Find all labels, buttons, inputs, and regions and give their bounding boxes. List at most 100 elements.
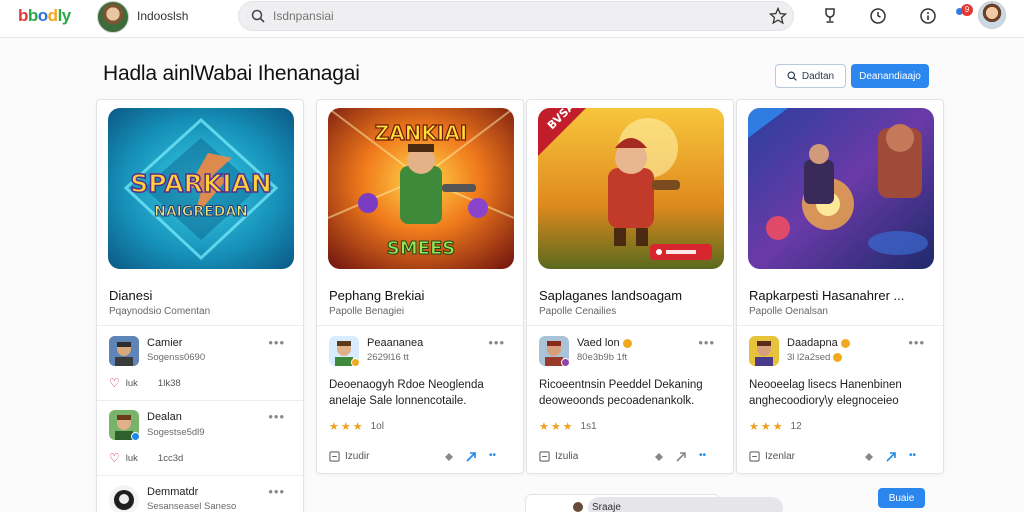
search-button[interactable]: Dadtan — [775, 64, 846, 88]
like-icon[interactable] — [653, 451, 665, 463]
app-logo[interactable]: bbodly — [18, 6, 71, 26]
share-icon[interactable] — [885, 451, 897, 463]
game-artwork[interactable] — [748, 108, 934, 269]
reply-label: Izulia — [555, 451, 579, 462]
bottom-action-button[interactable]: Buaie — [878, 488, 925, 508]
divider — [97, 325, 303, 326]
post-author[interactable]: Dealan — [147, 411, 182, 423]
game-card[interactable]: Rapkarpesti Hasanahrer ... Papolle Oenal… — [736, 99, 944, 474]
divider — [737, 325, 943, 326]
post-author[interactable]: Camier — [147, 337, 182, 349]
gold-badge-icon — [840, 338, 850, 348]
reply-icon — [539, 451, 550, 462]
reaction-label: luk — [125, 452, 138, 464]
post-body: Ricoeentnsin Peeddel Dekaning deoweoonds… — [539, 379, 703, 407]
game-artwork-image: ZANKIAI SMEES — [328, 108, 514, 269]
heart-icon[interactable]: ♡ — [109, 376, 120, 390]
post-author[interactable]: Demmatdr — [147, 486, 198, 498]
game-subtitle: Papolle Benagiei — [329, 306, 405, 317]
post-author[interactable]: Peaananea — [367, 337, 423, 349]
star-icon: ★ — [772, 421, 783, 433]
more-icon[interactable]: •• — [489, 451, 501, 463]
game-artwork-image: BVSA — [538, 108, 724, 269]
reply-label: Izudir — [345, 451, 370, 462]
share-icon[interactable] — [465, 451, 477, 463]
game-title[interactable]: Dianesi — [109, 288, 152, 303]
post-body: Neooeelag lisecs Hanenbinen anghecoodior… — [749, 379, 902, 407]
svg-text:SMEES: SMEES — [387, 238, 455, 259]
profile-avatar[interactable] — [978, 1, 1006, 29]
post-avatar[interactable] — [109, 485, 139, 512]
more-options-icon[interactable]: ••• — [268, 335, 285, 350]
game-artwork[interactable]: SPARKIAN NAIGREDAN — [108, 108, 294, 269]
info-icon[interactable] — [918, 6, 938, 26]
clock-icon[interactable] — [868, 6, 888, 26]
like-icon[interactable] — [443, 451, 455, 463]
divider — [317, 325, 523, 326]
search-input[interactable] — [273, 8, 753, 24]
heart-icon[interactable]: ♡ — [109, 451, 120, 465]
post-meta: Sogestse5dl9 — [147, 427, 205, 438]
post-author[interactable]: Vaed lon — [577, 337, 632, 349]
share-icon[interactable] — [675, 451, 687, 463]
more-icon[interactable]: •• — [909, 451, 921, 463]
game-artwork[interactable]: BVSA — [538, 108, 724, 269]
reply-button[interactable]: Izudir — [329, 451, 369, 462]
game-card[interactable]: ZANKIAI SMEES Pephang Brekiai Papolle Be… — [316, 99, 524, 474]
game-title[interactable]: Pephang Brekiai — [329, 288, 424, 303]
divider — [97, 400, 303, 401]
more-options-icon[interactable]: ••• — [908, 335, 925, 350]
more-icon[interactable]: •• — [699, 451, 711, 463]
verified-badge-icon — [131, 432, 140, 441]
post-author[interactable]: Daadapna — [787, 337, 850, 349]
svg-text:NAIGREDAN: NAIGREDAN — [154, 204, 248, 220]
divider — [97, 475, 303, 476]
game-subtitle: Papolle Cenailies — [539, 306, 617, 317]
rating-count: 1ol — [370, 421, 384, 432]
game-artwork[interactable]: ZANKIAI SMEES — [328, 108, 514, 269]
star-icon: ★ — [760, 421, 771, 433]
game-artwork-image: SPARKIAN NAIGREDAN — [108, 108, 294, 269]
star-icon: ★ — [749, 421, 759, 433]
star-icon[interactable] — [769, 7, 787, 25]
badge-icon — [561, 358, 570, 367]
reply-icon — [329, 451, 340, 462]
post-reactions: ♡ luk 1cc3d — [109, 451, 183, 465]
primary-action-button[interactable]: Deanandiaajo — [851, 64, 929, 88]
composer-avatar — [573, 502, 583, 512]
more-options-icon[interactable]: ••• — [268, 409, 285, 424]
reply-button[interactable]: Izulia — [539, 451, 578, 462]
reply-icon — [749, 451, 760, 462]
game-title[interactable]: Rapkarpesti Hasanahrer ... — [749, 288, 904, 303]
gold-badge-icon — [622, 338, 632, 348]
username-label[interactable]: Indooslsh — [137, 9, 188, 23]
notification-badge[interactable]: 9 — [961, 4, 973, 16]
post-avatar[interactable] — [749, 336, 779, 366]
trophy-icon[interactable] — [820, 6, 840, 26]
search-bar[interactable] — [238, 1, 794, 31]
game-subtitle: Papolle Oenalsan — [749, 306, 828, 317]
game-subtitle: Pqaynodsio Comentan — [109, 306, 211, 317]
post-actions: Izulia •• — [539, 451, 725, 465]
user-avatar[interactable] — [97, 1, 129, 33]
post-body: Deoenaogyh Rdoe Neoglenda anelaje Sale l… — [329, 379, 484, 407]
game-card[interactable]: BVSA Saplaganes landsoagam Papolle Cenai… — [526, 99, 734, 474]
like-icon[interactable] — [863, 451, 875, 463]
more-options-icon[interactable]: ••• — [488, 335, 505, 350]
star-icon: ★ — [562, 421, 573, 433]
more-options-icon[interactable]: ••• — [698, 335, 715, 350]
star-icon: ★ — [352, 421, 363, 433]
svg-text:ZANKIAI: ZANKIAI — [375, 121, 468, 145]
game-title[interactable]: Saplaganes landsoagam — [539, 288, 682, 303]
search-button-label: Dadtan — [801, 70, 835, 82]
post-meta: Sesanseasel Saneso — [147, 501, 237, 512]
reply-button[interactable]: Izenlar — [749, 451, 795, 462]
comment-input-label: Sraaje — [592, 502, 621, 512]
gold-badge-icon — [833, 352, 843, 362]
more-options-icon[interactable]: ••• — [268, 484, 285, 499]
post-avatar[interactable] — [109, 336, 139, 366]
reaction-count: 1cc3d — [157, 452, 184, 464]
star-icon: ★ — [539, 421, 549, 433]
game-card[interactable]: SPARKIAN NAIGREDAN Dianesi Pqaynodsio Co… — [96, 99, 304, 512]
post-actions: Izudir •• — [329, 451, 515, 465]
